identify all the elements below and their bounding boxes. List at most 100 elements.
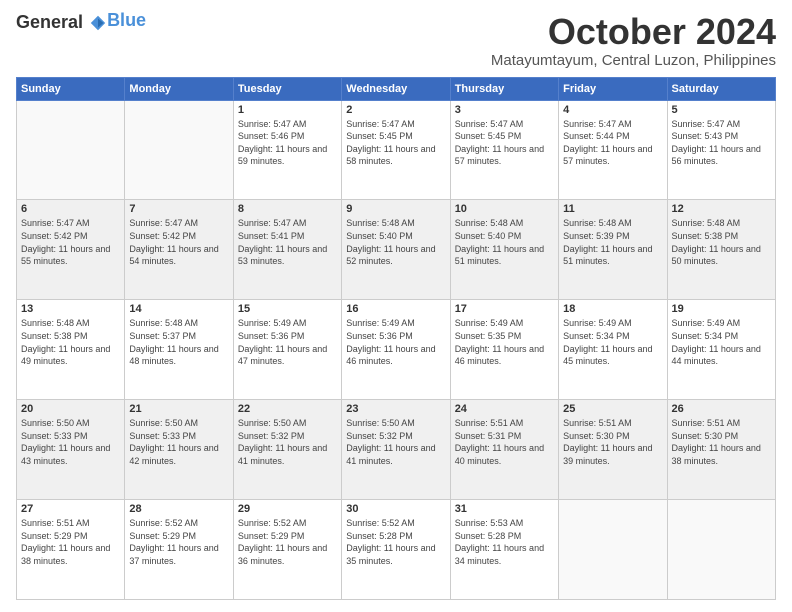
calendar-week-row: 13 Sunrise: 5:48 AMSunset: 5:38 PMDaylig…: [17, 300, 776, 400]
table-row: 9 Sunrise: 5:48 AMSunset: 5:40 PMDayligh…: [342, 200, 450, 300]
table-row: 3 Sunrise: 5:47 AMSunset: 5:45 PMDayligh…: [450, 100, 558, 200]
table-row: [667, 500, 775, 600]
table-row: 10 Sunrise: 5:48 AMSunset: 5:40 PMDaylig…: [450, 200, 558, 300]
table-row: 6 Sunrise: 5:47 AMSunset: 5:42 PMDayligh…: [17, 200, 125, 300]
calendar-table: Sunday Monday Tuesday Wednesday Thursday…: [16, 77, 776, 600]
day-info: Sunrise: 5:50 AMSunset: 5:33 PMDaylight:…: [129, 417, 228, 467]
table-row: 11 Sunrise: 5:48 AMSunset: 5:39 PMDaylig…: [559, 200, 667, 300]
day-info: Sunrise: 5:52 AMSunset: 5:29 PMDaylight:…: [238, 517, 337, 567]
day-number: 11: [563, 203, 662, 215]
day-info: Sunrise: 5:51 AMSunset: 5:29 PMDaylight:…: [21, 517, 120, 567]
col-thursday: Thursday: [450, 77, 558, 100]
day-info: Sunrise: 5:52 AMSunset: 5:28 PMDaylight:…: [346, 517, 445, 567]
day-number: 7: [129, 203, 228, 215]
day-number: 12: [672, 203, 771, 215]
day-number: 25: [563, 403, 662, 415]
day-number: 4: [563, 104, 662, 116]
table-row: [17, 100, 125, 200]
day-number: 6: [21, 203, 120, 215]
table-row: 26 Sunrise: 5:51 AMSunset: 5:30 PMDaylig…: [667, 400, 775, 500]
location-title: Matayumtayum, Central Luzon, Philippines: [491, 52, 776, 69]
day-number: 9: [346, 203, 445, 215]
day-info: Sunrise: 5:49 AMSunset: 5:34 PMDaylight:…: [563, 317, 662, 367]
day-number: 31: [455, 503, 554, 515]
day-number: 24: [455, 403, 554, 415]
calendar-header-row: Sunday Monday Tuesday Wednesday Thursday…: [17, 77, 776, 100]
day-number: 19: [672, 303, 771, 315]
col-tuesday: Tuesday: [233, 77, 341, 100]
logo-general: General: [16, 12, 107, 33]
day-info: Sunrise: 5:48 AMSunset: 5:38 PMDaylight:…: [672, 217, 771, 267]
day-number: 28: [129, 503, 228, 515]
day-number: 3: [455, 104, 554, 116]
day-info: Sunrise: 5:48 AMSunset: 5:37 PMDaylight:…: [129, 317, 228, 367]
day-number: 22: [238, 403, 337, 415]
day-number: 20: [21, 403, 120, 415]
table-row: 24 Sunrise: 5:51 AMSunset: 5:31 PMDaylig…: [450, 400, 558, 500]
table-row: 21 Sunrise: 5:50 AMSunset: 5:33 PMDaylig…: [125, 400, 233, 500]
day-info: Sunrise: 5:49 AMSunset: 5:34 PMDaylight:…: [672, 317, 771, 367]
day-info: Sunrise: 5:49 AMSunset: 5:36 PMDaylight:…: [346, 317, 445, 367]
day-info: Sunrise: 5:51 AMSunset: 5:30 PMDaylight:…: [672, 417, 771, 467]
day-number: 8: [238, 203, 337, 215]
day-number: 29: [238, 503, 337, 515]
day-info: Sunrise: 5:47 AMSunset: 5:42 PMDaylight:…: [21, 217, 120, 267]
day-number: 16: [346, 303, 445, 315]
day-info: Sunrise: 5:47 AMSunset: 5:41 PMDaylight:…: [238, 217, 337, 267]
table-row: 31 Sunrise: 5:53 AMSunset: 5:28 PMDaylig…: [450, 500, 558, 600]
table-row: 1 Sunrise: 5:47 AMSunset: 5:46 PMDayligh…: [233, 100, 341, 200]
day-info: Sunrise: 5:49 AMSunset: 5:36 PMDaylight:…: [238, 317, 337, 367]
table-row: 14 Sunrise: 5:48 AMSunset: 5:37 PMDaylig…: [125, 300, 233, 400]
header: General Blue October 2024 Matayumtayum, …: [16, 12, 776, 69]
day-info: Sunrise: 5:53 AMSunset: 5:28 PMDaylight:…: [455, 517, 554, 567]
day-info: Sunrise: 5:51 AMSunset: 5:30 PMDaylight:…: [563, 417, 662, 467]
logo-blue: Blue: [107, 10, 146, 31]
day-info: Sunrise: 5:49 AMSunset: 5:35 PMDaylight:…: [455, 317, 554, 367]
calendar-week-row: 27 Sunrise: 5:51 AMSunset: 5:29 PMDaylig…: [17, 500, 776, 600]
day-info: Sunrise: 5:50 AMSunset: 5:32 PMDaylight:…: [238, 417, 337, 467]
day-info: Sunrise: 5:51 AMSunset: 5:31 PMDaylight:…: [455, 417, 554, 467]
table-row: 27 Sunrise: 5:51 AMSunset: 5:29 PMDaylig…: [17, 500, 125, 600]
day-info: Sunrise: 5:47 AMSunset: 5:46 PMDaylight:…: [238, 118, 337, 168]
table-row: 30 Sunrise: 5:52 AMSunset: 5:28 PMDaylig…: [342, 500, 450, 600]
day-number: 23: [346, 403, 445, 415]
col-friday: Friday: [559, 77, 667, 100]
day-number: 26: [672, 403, 771, 415]
title-block: October 2024 Matayumtayum, Central Luzon…: [491, 12, 776, 69]
day-info: Sunrise: 5:47 AMSunset: 5:42 PMDaylight:…: [129, 217, 228, 267]
day-number: 2: [346, 104, 445, 116]
table-row: 15 Sunrise: 5:49 AMSunset: 5:36 PMDaylig…: [233, 300, 341, 400]
day-number: 27: [21, 503, 120, 515]
table-row: 16 Sunrise: 5:49 AMSunset: 5:36 PMDaylig…: [342, 300, 450, 400]
table-row: 17 Sunrise: 5:49 AMSunset: 5:35 PMDaylig…: [450, 300, 558, 400]
calendar-week-row: 1 Sunrise: 5:47 AMSunset: 5:46 PMDayligh…: [17, 100, 776, 200]
month-title: October 2024: [491, 12, 776, 52]
table-row: 8 Sunrise: 5:47 AMSunset: 5:41 PMDayligh…: [233, 200, 341, 300]
day-info: Sunrise: 5:47 AMSunset: 5:45 PMDaylight:…: [346, 118, 445, 168]
day-number: 17: [455, 303, 554, 315]
table-row: [559, 500, 667, 600]
table-row: 22 Sunrise: 5:50 AMSunset: 5:32 PMDaylig…: [233, 400, 341, 500]
col-saturday: Saturday: [667, 77, 775, 100]
day-number: 13: [21, 303, 120, 315]
calendar-week-row: 6 Sunrise: 5:47 AMSunset: 5:42 PMDayligh…: [17, 200, 776, 300]
day-info: Sunrise: 5:47 AMSunset: 5:43 PMDaylight:…: [672, 118, 771, 168]
day-info: Sunrise: 5:48 AMSunset: 5:40 PMDaylight:…: [346, 217, 445, 267]
day-number: 21: [129, 403, 228, 415]
table-row: 2 Sunrise: 5:47 AMSunset: 5:45 PMDayligh…: [342, 100, 450, 200]
table-row: 25 Sunrise: 5:51 AMSunset: 5:30 PMDaylig…: [559, 400, 667, 500]
day-info: Sunrise: 5:52 AMSunset: 5:29 PMDaylight:…: [129, 517, 228, 567]
day-number: 14: [129, 303, 228, 315]
logo: General Blue: [16, 12, 146, 33]
day-info: Sunrise: 5:50 AMSunset: 5:33 PMDaylight:…: [21, 417, 120, 467]
table-row: 13 Sunrise: 5:48 AMSunset: 5:38 PMDaylig…: [17, 300, 125, 400]
table-row: 18 Sunrise: 5:49 AMSunset: 5:34 PMDaylig…: [559, 300, 667, 400]
col-sunday: Sunday: [17, 77, 125, 100]
page: General Blue October 2024 Matayumtayum, …: [0, 0, 792, 612]
table-row: 29 Sunrise: 5:52 AMSunset: 5:29 PMDaylig…: [233, 500, 341, 600]
day-number: 18: [563, 303, 662, 315]
day-number: 30: [346, 503, 445, 515]
calendar-week-row: 20 Sunrise: 5:50 AMSunset: 5:33 PMDaylig…: [17, 400, 776, 500]
day-number: 1: [238, 104, 337, 116]
table-row: [125, 100, 233, 200]
